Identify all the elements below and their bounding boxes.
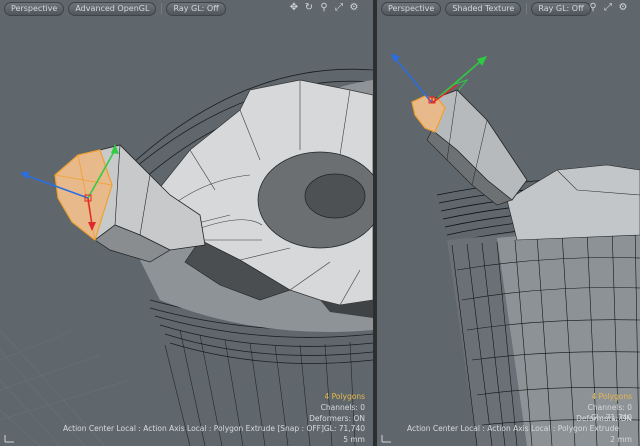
viewport-toolbar-left: Perspective Advanced OpenGL Ray GL: Off xyxy=(0,0,373,17)
gl-count: GL: 71,740 xyxy=(590,413,632,422)
render-mode-button[interactable]: Shaded Texture xyxy=(445,1,522,16)
action-status-text: Action Center Local : Action Axis Local … xyxy=(407,424,619,433)
axis-orientation-icon xyxy=(381,435,391,443)
3d-scene-left[interactable] xyxy=(0,0,373,446)
grid-scale: 2 mm xyxy=(610,435,632,444)
view-mode-button[interactable]: Perspective xyxy=(4,1,65,16)
ray-gl-button[interactable]: Ray GL: Off xyxy=(166,1,226,16)
grid-scale: 5 mm xyxy=(343,435,365,444)
deformers-status: Deformers: ON xyxy=(309,414,365,423)
action-status-text: Action Center Local : Action Axis Local … xyxy=(63,424,324,433)
status-line-right: Action Center Local : Action Axis Local … xyxy=(377,424,632,435)
modo-viewports: Perspective Advanced OpenGL Ray GL: Off … xyxy=(0,0,640,446)
gl-count: GL: 71,740 xyxy=(323,424,365,433)
render-mode-button[interactable]: Advanced OpenGL xyxy=(68,1,157,16)
viewport-right[interactable]: Perspective Shaded Texture Ray GL: Off ✥… xyxy=(377,0,640,446)
viewport-left[interactable]: Perspective Advanced OpenGL Ray GL: Off … xyxy=(0,0,373,446)
channels-count: Channels: 0 xyxy=(320,403,365,412)
viewport-toolbar-right: Perspective Shaded Texture Ray GL: Off xyxy=(377,0,640,17)
viewport-stats-left: 4 Polygons Channels: 0 Deformers: ON xyxy=(309,391,365,424)
polygon-count: 4 Polygons xyxy=(324,392,365,401)
ray-gl-button[interactable]: Ray GL: Off xyxy=(531,1,591,16)
status-line-left: Action Center Local : Action Axis Local … xyxy=(0,424,365,435)
view-mode-button[interactable]: Perspective xyxy=(381,1,442,16)
toolbar-separator xyxy=(161,3,163,14)
channels-count: Channels: 0 xyxy=(587,403,632,412)
polygon-count: 4 Polygons xyxy=(591,392,632,401)
3d-scene-right[interactable] xyxy=(377,0,640,446)
toolbar-separator xyxy=(526,3,528,14)
axis-orientation-icon xyxy=(4,435,14,443)
